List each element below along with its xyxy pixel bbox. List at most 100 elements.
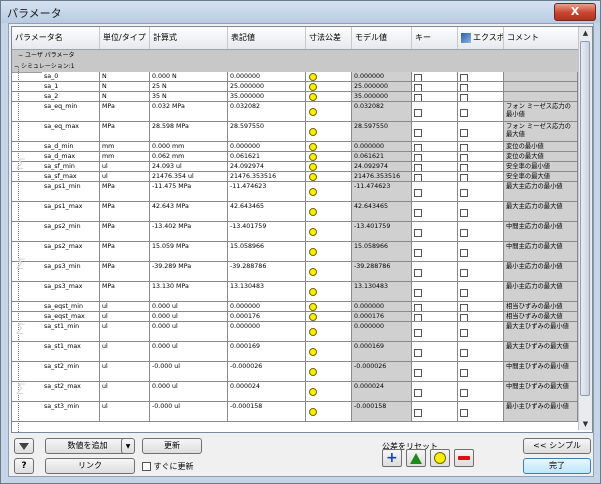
export-checkbox[interactable] bbox=[460, 228, 468, 237]
key-checkbox[interactable] bbox=[414, 313, 422, 321]
tolerance-circle-icon[interactable] bbox=[309, 72, 317, 81]
median-tolerance-button[interactable] bbox=[430, 449, 450, 467]
col-header-tolerance[interactable]: 寸法公差 bbox=[306, 27, 352, 49]
tolerance-cell[interactable] bbox=[306, 362, 352, 381]
checkbox-box[interactable] bbox=[142, 462, 151, 471]
formula-cell[interactable]: 0.062 mm bbox=[150, 152, 228, 161]
name-cell[interactable]: sa_ps1_max bbox=[42, 202, 100, 221]
tolerance-circle-icon[interactable] bbox=[309, 247, 317, 256]
key-checkbox[interactable] bbox=[414, 93, 422, 101]
formula-cell[interactable]: 0.000 N bbox=[150, 72, 228, 81]
export-checkbox[interactable] bbox=[460, 73, 468, 81]
formula-cell[interactable]: 0.000 ul bbox=[150, 312, 228, 321]
export-checkbox[interactable] bbox=[460, 368, 468, 377]
tolerance-cell[interactable] bbox=[306, 102, 352, 121]
tolerance-circle-icon[interactable] bbox=[309, 107, 317, 116]
tolerance-cell[interactable] bbox=[306, 242, 352, 261]
tolerance-cell[interactable] bbox=[306, 312, 352, 321]
key-checkbox[interactable] bbox=[414, 388, 422, 397]
name-cell[interactable]: sa_ps3_min bbox=[42, 262, 100, 281]
vertical-scrollbar[interactable]: ▲ ▼ bbox=[578, 27, 592, 430]
simple-button[interactable]: << シンプル bbox=[523, 438, 591, 454]
tolerance-cell[interactable] bbox=[306, 402, 352, 421]
formula-cell[interactable]: 28.598 MPa bbox=[150, 122, 228, 141]
name-cell[interactable]: sa_ps3_max bbox=[42, 282, 100, 301]
key-checkbox[interactable] bbox=[414, 83, 422, 91]
name-cell[interactable]: sa_sf_min bbox=[42, 162, 100, 171]
formula-cell[interactable]: 0.000 ul bbox=[150, 322, 228, 341]
table-row[interactable]: sa_1 N 25 N 25.000000 25.000000 bbox=[12, 82, 578, 92]
table-row[interactable]: sa_eqst_max ul 0.000 ul 0.000176 0.000176 相当ひ… bbox=[12, 312, 578, 322]
col-header-formula[interactable]: 計算式 bbox=[150, 27, 228, 49]
col-header-nominal[interactable]: 表記値 bbox=[228, 27, 306, 49]
tolerance-cell[interactable] bbox=[306, 72, 352, 81]
formula-cell[interactable]: -13.402 MPa bbox=[150, 222, 228, 241]
key-checkbox[interactable] bbox=[414, 73, 422, 81]
key-checkbox[interactable] bbox=[414, 228, 422, 237]
export-checkbox[interactable] bbox=[460, 303, 468, 311]
table-row[interactable]: sa_ps2_max MPa 15.059 MPa 15.058966 15.05896… bbox=[12, 242, 578, 262]
table-row[interactable]: sa_d_max mm 0.062 mm 0.061621 0.061621 変位の最大値 bbox=[12, 152, 578, 162]
name-cell[interactable]: sa_eqst_max bbox=[42, 312, 100, 321]
key-checkbox[interactable] bbox=[414, 348, 422, 357]
tolerance-circle-icon[interactable] bbox=[309, 387, 317, 396]
table-row[interactable]: sa_0 N 0.000 N 0.000000 0.000000 bbox=[12, 72, 578, 82]
table-row[interactable]: sa_sf_min ul 24.093 ul 24.092974 24.092974 安全… bbox=[12, 162, 578, 172]
formula-cell[interactable]: 24.093 ul bbox=[150, 162, 228, 171]
close-button[interactable]: X bbox=[554, 3, 596, 21]
tolerance-circle-icon[interactable] bbox=[309, 347, 317, 356]
formula-cell[interactable]: -39.289 MPa bbox=[150, 262, 228, 281]
table-row[interactable]: sa_st3_min ul -0.000 ul -0.000158 -0.000158 最… bbox=[12, 402, 578, 422]
add-number-button[interactable]: 数値を追加 bbox=[45, 438, 130, 454]
key-checkbox[interactable] bbox=[414, 153, 422, 161]
key-checkbox[interactable] bbox=[414, 303, 422, 311]
key-checkbox[interactable] bbox=[414, 143, 422, 151]
export-checkbox[interactable] bbox=[460, 188, 468, 197]
col-header-export[interactable]: エクスポ bbox=[458, 27, 504, 49]
export-checkbox[interactable] bbox=[460, 313, 468, 321]
export-checkbox[interactable] bbox=[460, 288, 468, 297]
table-row[interactable]: sa_eq_max MPa 28.598 MPa 28.597550 28.597550… bbox=[12, 122, 578, 142]
tolerance-circle-icon[interactable] bbox=[309, 172, 317, 181]
link-button[interactable]: リンク bbox=[45, 458, 135, 474]
tolerance-circle-icon[interactable] bbox=[309, 207, 317, 216]
col-header-comment[interactable]: コメント bbox=[504, 27, 578, 49]
tolerance-circle-icon[interactable] bbox=[309, 327, 317, 336]
tolerance-circle-icon[interactable] bbox=[309, 287, 317, 296]
col-header-name[interactable]: パラメータ名 bbox=[12, 27, 100, 49]
formula-cell[interactable]: 0.032 MPa bbox=[150, 102, 228, 121]
tolerance-circle-icon[interactable] bbox=[309, 152, 317, 161]
formula-cell[interactable]: -11.475 MPa bbox=[150, 182, 228, 201]
tolerance-circle-icon[interactable] bbox=[309, 162, 317, 171]
name-cell[interactable]: sa_sf_max bbox=[42, 172, 100, 181]
col-header-model[interactable]: モデル値 bbox=[352, 27, 412, 49]
table-row[interactable]: sa_eq_min MPa 0.032 MPa 0.032082 0.032082 フォン… bbox=[12, 102, 578, 122]
key-checkbox[interactable] bbox=[414, 188, 422, 197]
name-cell[interactable]: sa_0 bbox=[42, 72, 100, 81]
formula-cell[interactable]: 35 N bbox=[150, 92, 228, 101]
key-checkbox[interactable] bbox=[414, 268, 422, 277]
add-number-dropdown[interactable]: ▼ bbox=[121, 438, 135, 454]
immediate-update-checkbox[interactable]: すぐに更新 bbox=[142, 461, 194, 472]
export-checkbox[interactable] bbox=[460, 108, 468, 117]
export-checkbox[interactable] bbox=[460, 173, 468, 181]
formula-cell[interactable]: 42.643 MPa bbox=[150, 202, 228, 221]
formula-cell[interactable]: 0.000 ul bbox=[150, 342, 228, 361]
scroll-up-icon[interactable]: ▲ bbox=[579, 27, 592, 39]
export-checkbox[interactable] bbox=[460, 163, 468, 171]
tolerance-circle-icon[interactable] bbox=[309, 82, 317, 91]
plus-tolerance-button[interactable]: + bbox=[382, 449, 402, 467]
table-row[interactable]: sa_st1_min ul 0.000 ul 0.000000 0.000000 最大主ひ… bbox=[12, 322, 578, 342]
formula-cell[interactable]: 0.000 ul bbox=[150, 382, 228, 401]
formula-cell[interactable]: 25 N bbox=[150, 82, 228, 91]
tolerance-circle-icon[interactable] bbox=[309, 367, 317, 376]
tolerance-cell[interactable] bbox=[306, 172, 352, 181]
name-cell[interactable]: sa_1 bbox=[42, 82, 100, 91]
name-cell[interactable]: sa_st2_max bbox=[42, 382, 100, 401]
tolerance-circle-icon[interactable] bbox=[309, 227, 317, 236]
export-checkbox[interactable] bbox=[460, 348, 468, 357]
tolerance-cell[interactable] bbox=[306, 82, 352, 91]
export-checkbox[interactable] bbox=[460, 83, 468, 91]
name-cell[interactable]: sa_d_min bbox=[42, 142, 100, 151]
tolerance-cell[interactable] bbox=[306, 92, 352, 101]
